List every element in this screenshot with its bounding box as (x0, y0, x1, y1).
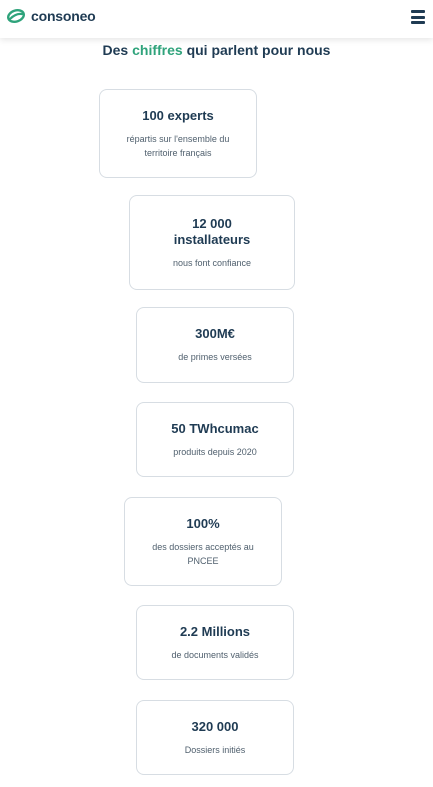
stat-value: 50 TWhcumac (171, 420, 259, 436)
consoneo-logo[interactable]: consoneo (6, 8, 96, 24)
logo-text: consoneo (31, 8, 96, 24)
section-title: Des chiffres qui parlent pour nous (0, 42, 433, 58)
stat-value: 300M€ (195, 326, 235, 341)
hamburger-menu-icon[interactable] (411, 9, 425, 25)
stat-description: de documents validés (171, 649, 259, 660)
stat-card-documents: 2.2 Millions de documents validés (136, 605, 294, 680)
stat-card-primes: 300M€ de primes versées (136, 307, 294, 383)
stat-value: 100% (186, 515, 220, 531)
title-prefix: Des (102, 42, 133, 58)
consoneo-logo-icon (7, 9, 25, 23)
stat-description: des dossiers acceptés au PNCEE (152, 541, 254, 566)
stat-value: 100 experts (142, 107, 214, 123)
stat-description: répartis sur l'ensemble du territoire fr… (126, 133, 230, 158)
stat-description: de primes versées (178, 352, 252, 362)
stat-description: Dossiers initiés (184, 744, 246, 755)
stat-description: produits depuis 2020 (173, 446, 257, 457)
title-suffix: qui parlent pour nous (182, 42, 331, 58)
stat-card-dossiers-acceptes: 100% des dossiers acceptés au PNCEE (124, 497, 282, 586)
site-header: consoneo (0, 0, 433, 38)
stat-card-experts: 100 experts répartis sur l'ensemble du t… (99, 89, 257, 178)
stat-value: 12 000 installateurs (173, 215, 251, 247)
stat-card-dossiers-inities: 320 000 Dossiers initiés (136, 700, 294, 775)
title-accent: chiffres (132, 42, 183, 58)
stat-card-twhcumac: 50 TWhcumac produits depuis 2020 (136, 402, 294, 477)
stat-value: 320 000 (191, 718, 239, 734)
stat-description: nous font confiance (172, 257, 252, 268)
stat-card-installateurs: 12 000 installateurs nous font confiance (129, 195, 295, 290)
stat-value: 2.2 Millions (179, 623, 251, 639)
